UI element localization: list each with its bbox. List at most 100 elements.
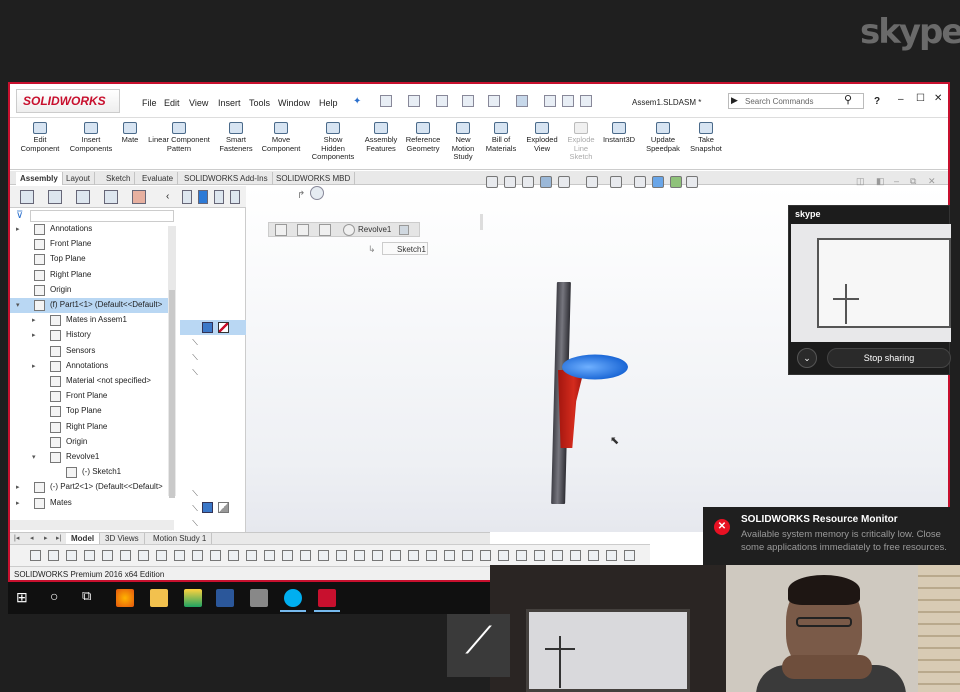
- context-tool-icon[interactable]: [30, 550, 41, 561]
- solidworks-taskbar-icon[interactable]: [318, 589, 336, 607]
- expand-arrow-icon[interactable]: ▸: [32, 331, 36, 339]
- context-tool-icon[interactable]: [66, 550, 77, 561]
- print-icon[interactable]: [462, 95, 474, 107]
- visibility-icon[interactable]: ⟍: [190, 368, 200, 378]
- section-view-icon[interactable]: [540, 176, 552, 188]
- reference-geometry-button[interactable]: Reference Geometry: [402, 122, 444, 153]
- context-tool-icon[interactable]: [516, 550, 527, 561]
- component-color-icon[interactable]: [202, 502, 213, 513]
- skype-taskbar-icon[interactable]: [284, 589, 302, 607]
- part-breadcrumb-icon[interactable]: [297, 224, 309, 236]
- tree-item[interactable]: ▸ Mates in Assem1: [10, 313, 174, 328]
- context-tool-icon[interactable]: [570, 550, 581, 561]
- filter-icon[interactable]: ⊽: [16, 210, 23, 221]
- search-scope-icon[interactable]: ▶: [731, 95, 738, 106]
- tab-solidworks-mbd[interactable]: SOLIDWORKS MBD: [272, 172, 356, 185]
- menu-tools[interactable]: Tools: [249, 98, 270, 108]
- google-drive-icon[interactable]: [184, 589, 202, 607]
- menu-window[interactable]: Window: [278, 98, 310, 108]
- context-tool-icon[interactable]: [246, 550, 257, 561]
- context-tool-icon[interactable]: [336, 550, 347, 561]
- context-tool-icon[interactable]: [462, 550, 473, 561]
- select-pointer-icon[interactable]: [516, 95, 528, 107]
- tree-item[interactable]: (-) Sketch1: [10, 465, 174, 480]
- insert-components-button[interactable]: Insert Components: [66, 122, 116, 153]
- tab-scroll-last-icon[interactable]: ▸|: [56, 534, 61, 542]
- body-breadcrumb-icon[interactable]: [319, 224, 331, 236]
- save-icon[interactable]: [436, 95, 448, 107]
- context-tool-icon[interactable]: [552, 550, 563, 561]
- tree-item[interactable]: Origin: [10, 435, 174, 450]
- new-document-icon[interactable]: [380, 95, 392, 107]
- context-tool-icon[interactable]: [210, 550, 221, 561]
- pin-icon[interactable]: ✦: [353, 96, 361, 107]
- tree-item[interactable]: ▸ History: [10, 328, 174, 343]
- tree-item[interactable]: Front Plane: [10, 237, 174, 252]
- tree-horizontal-scrollbar[interactable]: [10, 520, 174, 530]
- context-tool-icon[interactable]: [588, 550, 599, 561]
- visibility-icon[interactable]: ⟍: [190, 489, 200, 499]
- exploded-view-button[interactable]: Exploded View: [522, 122, 562, 153]
- collapse-arrow-icon[interactable]: ▾: [32, 453, 36, 461]
- menu-help[interactable]: Help: [319, 98, 338, 108]
- configuration-manager-tab-icon[interactable]: [76, 190, 90, 204]
- undo-icon[interactable]: [488, 95, 500, 107]
- tree-item[interactable]: Right Plane: [10, 420, 174, 435]
- tree-item[interactable]: Material <not specified>: [10, 374, 174, 389]
- expand-arrow-icon[interactable]: ▸: [32, 362, 36, 370]
- context-tool-icon[interactable]: [120, 550, 131, 561]
- solidworks-logo[interactable]: SOLIDWORKS: [16, 89, 120, 113]
- feature-manager-tab-icon[interactable]: [20, 190, 34, 204]
- open-document-icon[interactable]: [408, 95, 420, 107]
- restore-document-icon[interactable]: ⧉: [910, 176, 916, 187]
- maximize-button[interactable]: ☐: [916, 93, 925, 104]
- context-tool-icon[interactable]: [138, 550, 149, 561]
- bill-of-materials-button[interactable]: Bill of Materials: [482, 122, 520, 153]
- take-snapshot-button[interactable]: Take Snapshot: [686, 122, 726, 153]
- context-tool-icon[interactable]: [606, 550, 617, 561]
- context-tool-icon[interactable]: [300, 550, 311, 561]
- display-manager-tab-icon[interactable]: [132, 190, 146, 204]
- file-properties-icon[interactable]: [562, 95, 574, 107]
- view-settings-icon[interactable]: [686, 176, 698, 188]
- instant3d-button[interactable]: Instant3D: [600, 122, 638, 145]
- tile-window-icon[interactable]: ◫: [856, 176, 865, 187]
- tree-item[interactable]: ▾ (f) Part1<1> (Default<<Default>: [10, 298, 174, 313]
- windows-start-icon[interactable]: ⊞: [16, 589, 28, 606]
- smart-fasteners-button[interactable]: Smart Fasteners: [216, 122, 256, 153]
- tree-item[interactable]: ▸ (-) Part2<1> (Default<<Default>: [10, 480, 174, 495]
- tree-item[interactable]: ▸ Mates: [10, 496, 174, 511]
- tab-assembly[interactable]: Assembly: [16, 172, 63, 185]
- feature-tree-flyout-icon[interactable]: ↱: [297, 190, 305, 201]
- options-gear-icon[interactable]: [580, 95, 592, 107]
- tab-solidworks-add-ins[interactable]: SOLIDWORKS Add-Ins: [180, 172, 273, 185]
- minimize-button[interactable]: –: [898, 94, 904, 105]
- expand-arrow-icon[interactable]: ▸: [32, 316, 36, 324]
- show-hidden-components-button[interactable]: Show Hidden Components: [308, 122, 358, 162]
- chevron-down-icon[interactable]: ⌄: [797, 348, 817, 368]
- tab-sketch[interactable]: Sketch: [102, 172, 136, 185]
- help-icon[interactable]: ?: [874, 96, 880, 107]
- dynamic-annotation-icon[interactable]: [558, 176, 570, 188]
- tab-scroll-first-icon[interactable]: |◂: [14, 534, 19, 542]
- assembly-features-button[interactable]: Assembly Features: [360, 122, 402, 153]
- close-document-icon[interactable]: ✕: [928, 176, 936, 187]
- apply-scene-icon[interactable]: [670, 176, 682, 188]
- appearance-icon[interactable]: [198, 190, 208, 204]
- expand-arrow-icon[interactable]: ▸: [16, 499, 20, 507]
- tree-item[interactable]: Front Plane: [10, 389, 174, 404]
- tree-scrollbar-thumb[interactable]: [169, 290, 175, 498]
- context-tool-icon[interactable]: [624, 550, 635, 561]
- breadcrumb-sketch-item[interactable]: Sketch1: [382, 242, 428, 255]
- tree-item[interactable]: ▾ Revolve1: [10, 450, 174, 465]
- expand-arrow-icon[interactable]: ▸: [16, 483, 20, 491]
- firefox-icon[interactable]: [116, 589, 134, 607]
- task-view-icon[interactable]: ⧉: [82, 588, 91, 604]
- context-tool-icon[interactable]: [48, 550, 59, 561]
- edit-component-button[interactable]: Edit Component: [18, 122, 62, 153]
- linear-component-pattern-button[interactable]: Linear Component Pattern: [144, 122, 214, 153]
- display-style-icon[interactable]: [610, 176, 622, 188]
- scene-icon[interactable]: [214, 190, 224, 204]
- menu-insert[interactable]: Insert: [218, 98, 241, 108]
- search-icon[interactable]: ⚲: [844, 93, 852, 106]
